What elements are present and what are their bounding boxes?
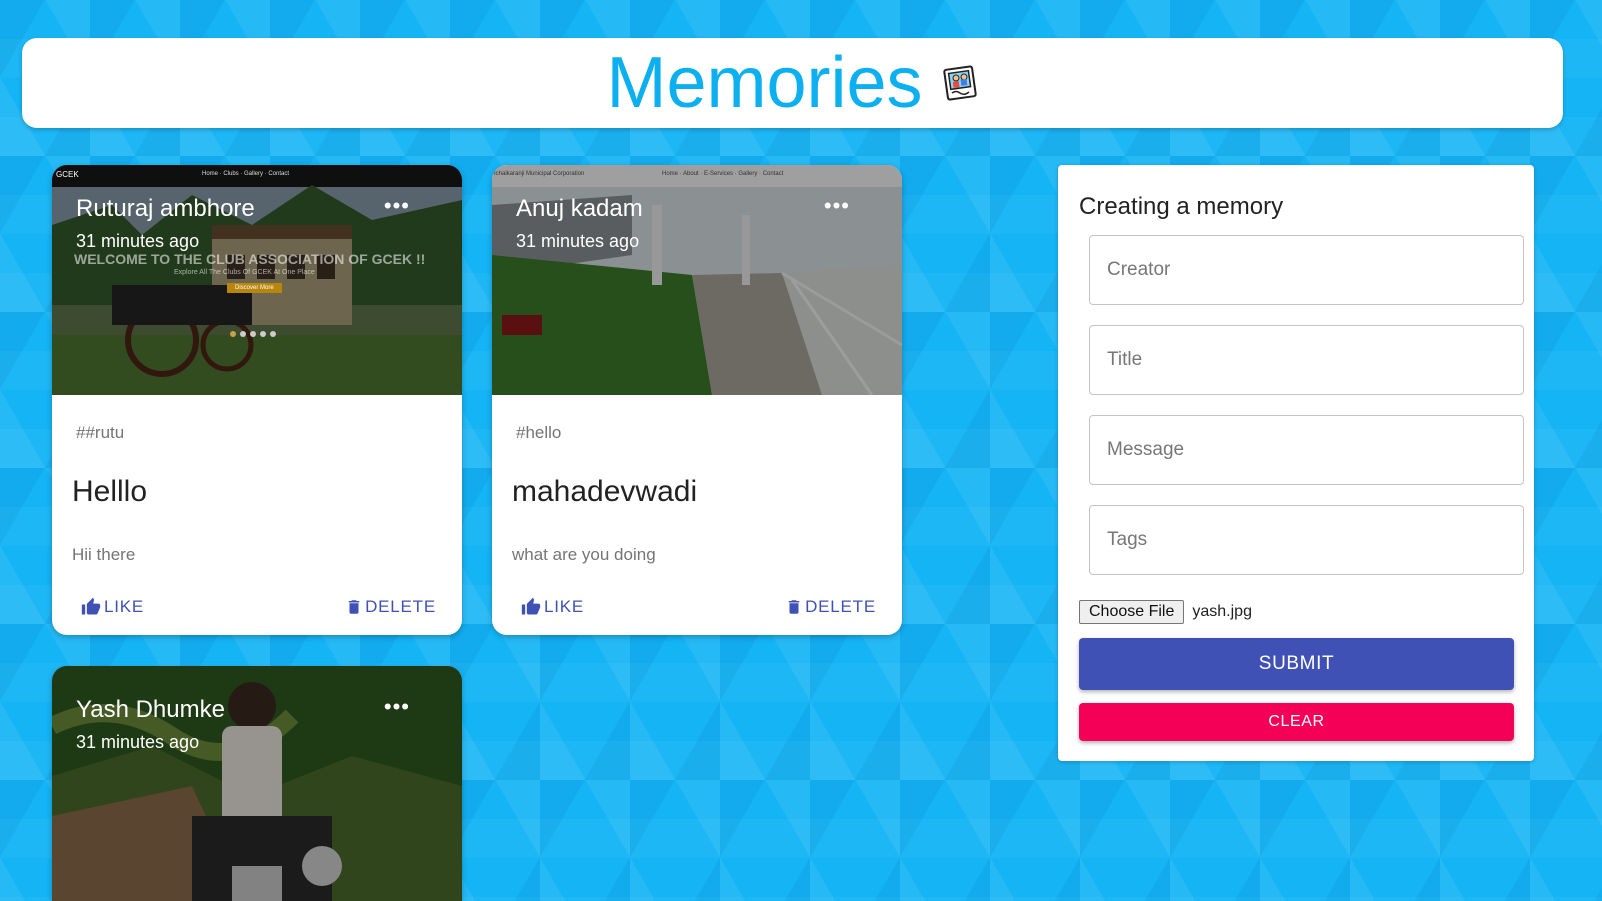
image-nav-text: Home · Clubs · Gallery · Contact (202, 171, 290, 177)
carousel-dots (230, 331, 276, 337)
post-time: 31 minutes ago (76, 732, 200, 752)
file-input: Choose File yash.jpg (1079, 600, 1252, 624)
post-card: Ichalkaranji Municipal Corporation Home … (492, 165, 902, 635)
memory-form: Creating a memory Choose File yash.jpg S… (1058, 165, 1534, 761)
thumb-up-icon (81, 597, 101, 615)
image-brand-text: GCEK (56, 170, 79, 179)
post-card: GCEK Home · Clubs · Gallery · Contact WE… (52, 165, 462, 635)
memories-photo-icon (942, 64, 979, 107)
like-label: LIKE (104, 597, 145, 616)
image-brand-text: Ichalkaranji Municipal Corporation (494, 171, 585, 177)
post-tags: #hello (516, 423, 562, 442)
post-message: what are you doing (512, 545, 656, 564)
post-creator: Ruturaj ambhore (76, 195, 255, 222)
like-label: LIKE (544, 597, 585, 616)
delete-label: DELETE (365, 597, 436, 616)
like-button[interactable]: LIKE (520, 597, 584, 617)
image-nav-text: Home · About · E-Services · Gallery · Co… (662, 171, 784, 177)
tags-field[interactable] (1089, 505, 1524, 575)
title-field[interactable] (1089, 325, 1524, 395)
more-options-icon[interactable]: ••• (824, 195, 850, 217)
choose-file-button[interactable]: Choose File (1079, 600, 1185, 624)
more-options-icon[interactable]: ••• (384, 195, 410, 217)
image-headline-text: WELCOME TO THE CLUB ASSOCIATION OF GCEK … (74, 251, 426, 267)
clear-button[interactable]: CLEAR (1079, 703, 1514, 741)
image-button-text: Discover More (227, 283, 282, 293)
post-time: 31 minutes ago (516, 231, 640, 251)
post-creator: Anuj kadam (516, 195, 643, 222)
trash-icon (348, 600, 360, 614)
form-heading: Creating a memory (1079, 193, 1284, 220)
post-image: GCEK Home · Clubs · Gallery · Contact WE… (52, 165, 462, 395)
app-bar: Memories (22, 38, 1563, 128)
post-image: Yash Dhumke 31 minutes ago ••• (52, 666, 462, 901)
more-options-icon[interactable]: ••• (384, 696, 410, 718)
file-name: yash.jpg (1192, 603, 1252, 620)
creator-field[interactable] (1089, 235, 1524, 305)
delete-label: DELETE (805, 597, 876, 616)
trash-icon (788, 600, 800, 614)
post-message: Hii there (72, 545, 136, 564)
submit-button[interactable]: SUBMIT (1079, 638, 1514, 690)
delete-button[interactable]: DELETE (345, 597, 436, 617)
post-image: Ichalkaranji Municipal Corporation Home … (492, 165, 902, 395)
post-card: Yash Dhumke 31 minutes ago ••• (52, 666, 462, 901)
app-title: Memories (606, 43, 923, 123)
image-subline-text: Explore All The Clubs Of GCEK At One Pla… (174, 269, 315, 276)
post-tags: ##rutu (76, 423, 125, 442)
post-creator: Yash Dhumke (76, 696, 225, 723)
delete-button[interactable]: DELETE (785, 597, 876, 617)
thumb-up-icon (521, 597, 541, 615)
post-title: Helllo (72, 475, 148, 508)
post-time: 31 minutes ago (76, 231, 200, 251)
post-title: mahadevwadi (512, 475, 698, 508)
like-button[interactable]: LIKE (80, 597, 144, 617)
message-field[interactable] (1089, 415, 1524, 485)
